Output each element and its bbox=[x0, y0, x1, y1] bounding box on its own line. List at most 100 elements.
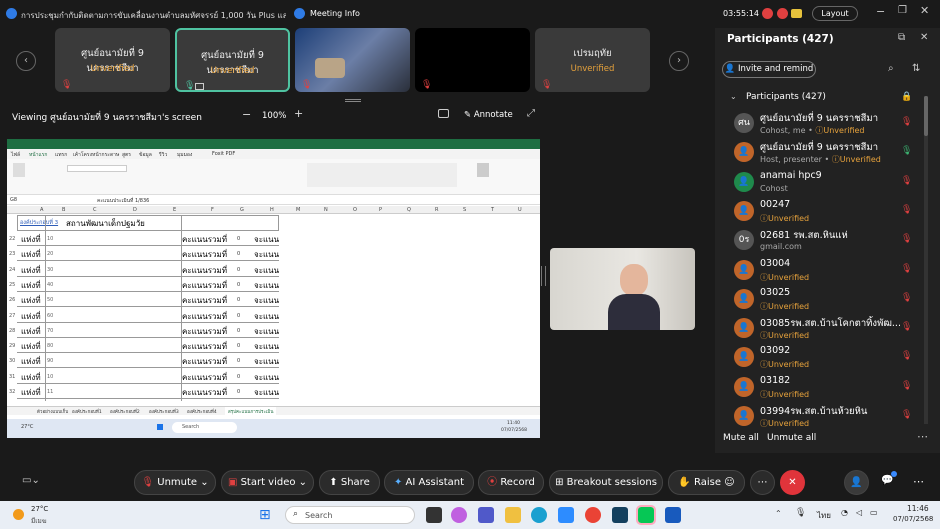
mic-off-icon[interactable]: 🎙 bbox=[901, 176, 912, 186]
sheet-tab[interactable]: องค์ประกอบที่2 bbox=[110, 408, 140, 415]
layout-button[interactable]: Layout bbox=[812, 6, 858, 21]
word-icon[interactable] bbox=[665, 507, 681, 523]
unmute-all-button[interactable]: Unmute all bbox=[767, 433, 816, 443]
mic-off-icon[interactable]: 🎙 bbox=[901, 234, 912, 244]
participant-row[interactable]: 👤 anamai hpc9 Cohost 🎙 bbox=[715, 169, 940, 198]
more-options-icon[interactable]: ⋯ bbox=[917, 430, 928, 443]
more-icon[interactable]: ⋯ bbox=[750, 470, 775, 495]
remote-control-icon[interactable] bbox=[438, 109, 449, 118]
table-cell-b[interactable]: 11 bbox=[47, 389, 53, 395]
table-cell-num[interactable]: 22 bbox=[9, 236, 15, 242]
chrome-icon[interactable] bbox=[585, 507, 601, 523]
mute-all-button[interactable]: Mute all bbox=[723, 433, 759, 443]
find-icon[interactable] bbox=[477, 163, 489, 177]
column-header[interactable]: G bbox=[240, 207, 244, 213]
table-cell-g[interactable]: 0 bbox=[237, 297, 240, 303]
fullscreen-icon[interactable]: ⤢ bbox=[527, 108, 535, 119]
mic-off-icon[interactable]: 🎙 bbox=[901, 264, 912, 274]
edge-icon[interactable] bbox=[531, 507, 547, 523]
unmute-button[interactable]: 🎙 Unmute ⌄ bbox=[134, 470, 216, 495]
ai-assistant-button[interactable]: ✦ AI Assistant bbox=[384, 470, 474, 495]
thumbnail-participant[interactable]: ศูนย์อนามัยที่ 9 นครราชสีมา Unverified 🎙 bbox=[55, 28, 170, 92]
thumbnail-video-black[interactable]: 🎙 bbox=[415, 28, 530, 92]
participants-icon[interactable]: 👤 bbox=[844, 470, 869, 495]
tray-chevron-icon[interactable]: ⌃ bbox=[775, 509, 782, 518]
column-header[interactable]: U bbox=[518, 207, 522, 213]
table-cell-b[interactable]: 70 bbox=[47, 328, 53, 334]
table-cell-g[interactable]: 0 bbox=[237, 358, 240, 364]
prev-page-icon[interactable]: ‹ bbox=[16, 51, 36, 71]
column-header[interactable]: A bbox=[40, 207, 43, 213]
table-cell-num[interactable]: 32 bbox=[9, 389, 15, 395]
table-cell-b[interactable]: 20 bbox=[47, 251, 53, 257]
copilot-icon[interactable] bbox=[451, 507, 467, 523]
close-icon[interactable]: ✕ bbox=[920, 4, 929, 17]
column-header[interactable]: E bbox=[173, 207, 176, 213]
table-cell-b[interactable]: 90 bbox=[47, 358, 53, 364]
thumbnail-participant-active[interactable]: ศูนย์อนามัยที่ 9 นครราชสีมา Unverified 🎙 bbox=[175, 28, 290, 92]
column-header[interactable]: P bbox=[379, 207, 382, 213]
breakout-sessions-button[interactable]: ⊞ Breakout sessions bbox=[549, 470, 663, 495]
zoom-out-icon[interactable]: − bbox=[242, 108, 251, 121]
ribbon-tab[interactable]: เค้าโครงหน้ากระดาษ bbox=[73, 151, 119, 159]
thumbnail-video-room[interactable]: 🎙 bbox=[295, 28, 410, 92]
table-cell-num[interactable]: 31 bbox=[9, 374, 15, 380]
paste-icon[interactable] bbox=[13, 163, 25, 177]
mic-off-icon[interactable]: 🎙 bbox=[901, 322, 912, 332]
chat-icon[interactable] bbox=[791, 9, 802, 18]
splitter-handle[interactable] bbox=[541, 266, 546, 286]
webex-icon[interactable] bbox=[612, 507, 628, 523]
sheet-tab[interactable]: องค์ประกอบที่1 bbox=[72, 408, 102, 415]
close-panel-icon[interactable]: ✕ bbox=[920, 32, 928, 43]
ribbon-tab[interactable]: ข้อมูล bbox=[139, 151, 152, 159]
table-cell-b[interactable]: 80 bbox=[47, 343, 53, 349]
participant-row[interactable]: 👤 03085รพ.สต.บ้านโคกตาทิ้งพัฒ... ⓘUnverifi… bbox=[715, 315, 940, 344]
sheet-tab-active[interactable]: สรุปคะแนนการประเมิน bbox=[225, 407, 277, 416]
start-video-button[interactable]: ▣ Start video ⌄ bbox=[221, 470, 314, 495]
table-cell-num[interactable]: 27 bbox=[9, 313, 15, 319]
lock-icon[interactable]: 🔒 bbox=[901, 92, 912, 102]
sheet-tab[interactable]: องค์ประกอบที่3 bbox=[149, 408, 179, 415]
language-indicator[interactable]: ไทย bbox=[817, 509, 831, 522]
mic-off-icon[interactable]: 🎙 bbox=[901, 205, 912, 215]
ribbon-tab[interactable]: แทรก bbox=[55, 151, 67, 159]
mic-off-icon[interactable]: 🎙 bbox=[901, 410, 912, 420]
table-cell-g[interactable]: 0 bbox=[237, 389, 240, 395]
mic-tray-icon[interactable]: 🎙 bbox=[795, 508, 806, 518]
column-header[interactable]: S bbox=[463, 207, 466, 213]
column-header[interactable]: T bbox=[491, 207, 494, 213]
line-icon[interactable] bbox=[636, 505, 656, 525]
column-header[interactable]: C bbox=[93, 207, 97, 213]
thumbnail-participant[interactable]: เปรมฤทัย Unverified 🎙 bbox=[535, 28, 650, 92]
formula-input[interactable]: คะแนนประเมินที่ 1/836 bbox=[97, 197, 149, 205]
participant-row[interactable]: 👤 03004 ⓘUnverified 🎙 bbox=[715, 257, 940, 286]
table-cell-b[interactable]: 30 bbox=[47, 267, 53, 273]
table-cell-b[interactable]: 40 bbox=[47, 282, 53, 288]
table-cell-g[interactable]: 0 bbox=[237, 343, 240, 349]
zoom-icon[interactable] bbox=[558, 507, 574, 523]
table-cell-b[interactable]: 50 bbox=[47, 297, 53, 303]
table-cell-b[interactable]: 10 bbox=[47, 236, 53, 242]
column-header[interactable]: Q bbox=[407, 207, 411, 213]
zoom-in-icon[interactable]: + bbox=[294, 107, 303, 120]
mic-off-icon[interactable]: 🎙 bbox=[901, 117, 912, 127]
column-header[interactable]: B bbox=[62, 207, 65, 213]
ribbon-tab[interactable]: มุมมอง bbox=[177, 151, 192, 159]
ribbon-tab[interactable]: รีวิว bbox=[159, 151, 167, 159]
windows-start-icon[interactable]: ⊞ bbox=[259, 508, 271, 522]
column-header[interactable]: R bbox=[435, 207, 438, 213]
leave-meeting-icon[interactable]: ✕ bbox=[780, 470, 805, 495]
task-view-icon[interactable] bbox=[426, 507, 442, 523]
raise-hand-button[interactable]: ✋ Raise ☺ bbox=[668, 470, 745, 495]
font-selector[interactable] bbox=[67, 165, 127, 172]
mic-on-icon[interactable]: 🎙 bbox=[901, 146, 912, 156]
column-header[interactable]: O bbox=[353, 207, 357, 213]
table-cell-g[interactable]: 0 bbox=[237, 328, 240, 334]
table-cell-num[interactable]: 26 bbox=[9, 297, 15, 303]
table-cell-num[interactable]: 24 bbox=[9, 267, 15, 273]
record-button[interactable]: ⦿ Record bbox=[478, 470, 544, 495]
cell-reference[interactable]: G8 bbox=[10, 197, 17, 203]
chevron-down-icon[interactable]: ⌄ bbox=[730, 92, 737, 101]
invite-button[interactable]: 👤 Invite and remind bbox=[722, 61, 816, 78]
scrollbar[interactable] bbox=[924, 96, 928, 424]
